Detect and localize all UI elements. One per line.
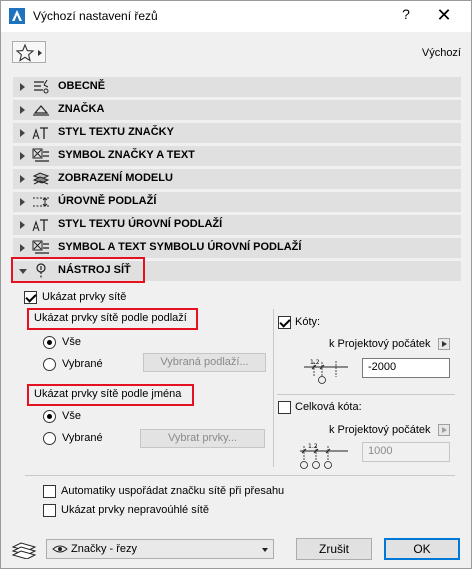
star-icon: [15, 43, 42, 62]
dimensions-label: Kóty:: [295, 316, 321, 328]
eye-icon: [52, 545, 68, 553]
expand-arrow-icon: [20, 129, 25, 137]
panel-story-text-style[interactable]: STYL TEXTU ÚROVNÍ PODLAŽÍ: [13, 215, 461, 235]
by-name-selected-label: Vybrané: [62, 432, 103, 444]
panel-marker-text-style[interactable]: STYL TEXTU ZNAČKY: [13, 123, 461, 143]
text-style-icon: [32, 127, 48, 140]
expand-arrow-icon: [20, 83, 25, 91]
expand-arrow-icon: [20, 106, 25, 114]
overall-dimension-diagram-icon: 1.2: [300, 443, 348, 469]
overall-reference-button[interactable]: [438, 424, 450, 436]
title-bar: Výchozí nastavení řezů ? ✕: [1, 1, 471, 32]
show-grid-label: Ukázat prvky sítě: [42, 291, 127, 303]
highlight-grid-tool: [11, 257, 145, 283]
column-separator: [273, 309, 274, 467]
overall-dimension-checkbox[interactable]: [278, 401, 291, 414]
panel-model-display[interactable]: ZOBRAZENÍ MODELU: [13, 169, 461, 189]
panel-story-symbol-text[interactable]: SYMBOL A TEXT SYMBOLU ÚROVNÍ PODLAŽÍ: [13, 238, 461, 258]
panel-general[interactable]: OBECNĚ: [13, 77, 461, 97]
expand-arrow-icon: [20, 175, 25, 183]
by-story-all-radio[interactable]: [43, 336, 56, 349]
by-story-heading: Ukázat prvky sítě podle podlaží: [34, 312, 187, 324]
help-button[interactable]: ?: [395, 6, 417, 26]
symbol-text-icon: [32, 148, 49, 162]
layer-dropdown[interactable]: Značky - řezy: [46, 539, 274, 559]
panel-marker-symbol-text[interactable]: SYMBOL ZNAČKY A TEXT: [13, 146, 461, 166]
layer-value: Značky - řezy: [71, 543, 138, 555]
panel-label: STYL TEXTU ÚROVNÍ PODLAŽÍ: [58, 218, 223, 230]
general-settings-icon: [34, 79, 49, 94]
svg-text:1.2: 1.2: [308, 443, 318, 450]
favorites-button[interactable]: [12, 41, 46, 63]
dimensions-reference: k Projektový počátek: [329, 338, 431, 350]
by-story-all-label: Vše: [62, 336, 81, 348]
preset-name: Výchozí: [421, 47, 461, 59]
select-stories-button[interactable]: Vybraná podlaží...: [143, 353, 266, 372]
dimension-diagram-icon: 1.2: [304, 359, 348, 384]
overall-value-input[interactable]: 1000: [362, 442, 450, 462]
by-story-selected-label: Vybrané: [62, 358, 103, 370]
text-style-icon: [32, 219, 48, 232]
svg-text:1.2: 1.2: [310, 359, 320, 366]
by-name-all-radio[interactable]: [43, 410, 56, 423]
panel-marker[interactable]: ZNAČKA: [13, 100, 461, 120]
show-nonortho-checkbox[interactable]: [43, 504, 56, 517]
panel-label: ÚROVNĚ PODLAŽÍ: [58, 195, 157, 207]
ok-button[interactable]: OK: [384, 538, 460, 560]
panel-label: OBECNĚ: [58, 80, 106, 92]
panel-label: STYL TEXTU ZNAČKY: [58, 126, 174, 138]
close-button[interactable]: ✕: [433, 5, 455, 25]
expand-arrow-icon: [20, 221, 25, 229]
story-levels-icon: [33, 197, 49, 207]
dimensions-value-input[interactable]: -2000: [362, 358, 450, 378]
model-display-icon: [32, 172, 50, 185]
select-elements-button[interactable]: Vybrat prvky...: [140, 429, 265, 448]
overall-reference: k Projektový počátek: [329, 424, 431, 436]
marker-icon: [33, 105, 49, 116]
footer: Značky - řezy Zrušit OK: [1, 532, 471, 568]
show-nonortho-label: Ukázat prvky nepravoúhlé sítě: [61, 504, 209, 516]
archicad-app-icon: [9, 8, 25, 24]
bottom-separator: [25, 475, 455, 476]
expand-arrow-icon: [20, 198, 25, 206]
expand-arrow-icon: [20, 244, 25, 252]
symbol-text-icon: [32, 240, 49, 254]
by-name-heading: Ukázat prvky sítě podle jména: [34, 388, 182, 400]
by-story-selected-radio[interactable]: [43, 358, 56, 371]
dimensions-reference-button[interactable]: [438, 338, 450, 350]
panel-label: ZOBRAZENÍ MODELU: [58, 172, 173, 184]
panel-label: SYMBOL A TEXT SYMBOLU ÚROVNÍ PODLAŽÍ: [58, 241, 302, 253]
chevron-down-icon: [262, 548, 268, 552]
by-name-selected-radio[interactable]: [43, 432, 56, 445]
cancel-button[interactable]: Zrušit: [296, 538, 372, 560]
dimensions-checkbox[interactable]: [278, 316, 291, 329]
layer-icon: [11, 542, 37, 559]
dialog: Výchozí nastavení řezů ? ✕ Výchozí OBECN…: [0, 0, 472, 569]
auto-arrange-label: Automatiky uspořádat značku sítě při pře…: [61, 485, 285, 497]
show-grid-checkbox[interactable]: [24, 291, 37, 304]
right-separator: [277, 394, 455, 395]
overall-dimension-label: Celková kóta:: [295, 401, 362, 413]
window-title: Výchozí nastavení řezů: [33, 9, 158, 23]
panel-story-levels[interactable]: ÚROVNĚ PODLAŽÍ: [13, 192, 461, 212]
panel-label: ZNAČKA: [58, 103, 105, 115]
auto-arrange-checkbox[interactable]: [43, 485, 56, 498]
expand-arrow-icon: [20, 152, 25, 160]
by-name-all-label: Vše: [62, 410, 81, 422]
panel-label: SYMBOL ZNAČKY A TEXT: [58, 149, 195, 161]
